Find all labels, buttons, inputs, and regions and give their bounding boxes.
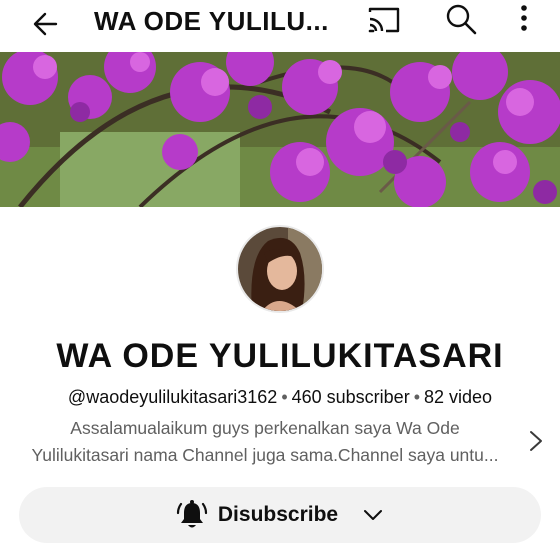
meta-separator: • [281, 387, 288, 407]
subscribe-button[interactable]: Disubscribe [19, 487, 541, 543]
channel-handle: @waodeyulilukitasari3162 [67, 387, 278, 407]
subscriber-count: 460 subscriber [291, 387, 410, 407]
subscribe-label: Disubscribe [217, 503, 339, 526]
page-title: WA ODE YULILU... [94, 6, 329, 36]
channel-name: WA ODE YULILUKITASARI [56, 337, 504, 375]
meta-separator: • [413, 387, 421, 407]
back-arrow-icon[interactable] [28, 6, 64, 42]
cast-icon[interactable] [366, 4, 402, 36]
bell-ring-icon [176, 500, 207, 528]
video-count: 82 video [424, 387, 493, 407]
channel-description[interactable]: Assalamualaikum guys perkenalkan saya Wa… [20, 415, 510, 469]
more-vert-icon[interactable] [510, 2, 538, 36]
search-icon[interactable] [444, 2, 478, 36]
top-app-bar: WA ODE YULILU... [0, 0, 560, 50]
channel-meta: @waodeyulilukitasari3162 • 460 subscriber •… [0, 385, 560, 409]
channel-avatar[interactable] [236, 225, 324, 313]
description-line: Yulilukitasari nama Channel juga sama.Ch… [31, 445, 499, 465]
channel-banner [0, 52, 560, 207]
chevron-right-icon[interactable] [526, 428, 546, 454]
description-line: Assalamualaikum guys perkenalkan saya Wa… [70, 418, 460, 438]
chevron-down-icon [364, 510, 383, 520]
